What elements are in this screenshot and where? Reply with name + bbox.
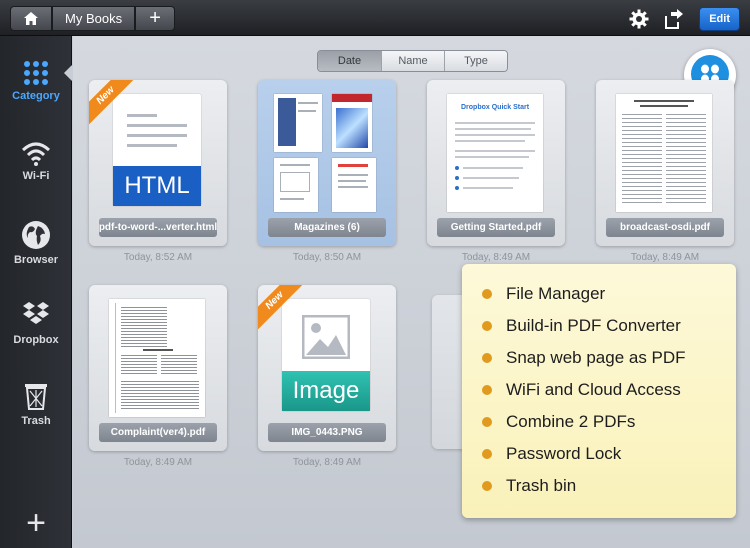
sidebar-item-dropbox[interactable]: Dropbox (0, 300, 72, 346)
image-file-icon: Image (278, 295, 374, 419)
file-timestamp: Today, 8:50 AM (292, 252, 362, 263)
sort-date-tab[interactable]: Date (318, 51, 381, 71)
folder-tile-magazines[interactable]: Magazines (6) (258, 80, 396, 246)
picture-icon (302, 315, 350, 359)
trash-icon (25, 384, 47, 410)
bullet-icon (482, 385, 492, 395)
sidebar-item-category[interactable]: Category (0, 60, 72, 102)
file-name: Getting Started.pdf (437, 218, 555, 237)
edit-button[interactable]: Edit (699, 7, 740, 31)
file-timestamp: Today, 8:49 AM (461, 252, 531, 263)
sidebar: Category Wi-Fi Browser Dropbox Trash + (0, 36, 73, 548)
file-type-label: Image (282, 371, 370, 411)
pdf-preview: Dropbox Quick Start (447, 90, 543, 214)
feature-item: Password Lock (482, 438, 736, 470)
breadcrumb-my-books[interactable]: My Books (52, 6, 136, 31)
feature-item: File Manager (482, 278, 736, 310)
bullet-icon (482, 449, 492, 459)
dropbox-icon (23, 302, 49, 324)
feature-item: Snap web page as PDF (482, 342, 736, 374)
sort-name-tab[interactable]: Name (381, 51, 444, 71)
file-name: pdf-to-word-...verter.html (99, 218, 217, 237)
folder-name: Magazines (6) (268, 218, 386, 237)
sidebar-item-label: Dropbox (13, 334, 59, 346)
feature-label: Trash bin (506, 476, 577, 495)
globe-icon (22, 221, 50, 249)
file-name: Complaint(ver4).pdf (99, 423, 217, 442)
add-folder-button[interactable]: + (135, 6, 176, 31)
feature-label: Password Lock (506, 444, 622, 463)
feature-label: Snap web page as PDF (506, 348, 686, 367)
feature-label: Combine 2 PDFs (506, 412, 636, 431)
bullet-icon (482, 289, 492, 299)
feature-list-popover: File Manager Build-in PDF Converter Snap… (462, 264, 736, 518)
sidebar-add-button[interactable]: + (0, 506, 72, 540)
feature-item: WiFi and Cloud Access (482, 374, 736, 406)
file-type-label: HTML (113, 166, 201, 206)
file-tile-image[interactable]: Image New IMG_0443.PNG (258, 285, 396, 451)
file-name: IMG_0443.PNG (268, 423, 386, 442)
active-pointer (64, 64, 73, 82)
sort-segmented-control: Date Name Type (317, 50, 508, 72)
bullet-icon (482, 481, 492, 491)
sidebar-item-label: Browser (13, 254, 59, 266)
sidebar-item-wifi[interactable]: Wi-Fi (0, 140, 72, 182)
export-icon[interactable] (663, 8, 685, 30)
top-toolbar: My Books + Edit (0, 0, 750, 36)
file-tile-broadcast-osdi[interactable]: broadcast-osdi.pdf (596, 80, 734, 246)
file-tile-getting-started[interactable]: Dropbox Quick Start Getting Started.pdf (427, 80, 565, 246)
file-tile-complaint[interactable]: Complaint(ver4).pdf (89, 285, 227, 451)
sidebar-item-label: Trash (21, 415, 51, 427)
feature-label: WiFi and Cloud Access (506, 380, 681, 399)
feature-item: Trash bin (482, 470, 736, 502)
sidebar-item-browser[interactable]: Browser (0, 220, 72, 266)
sort-type-tab[interactable]: Type (444, 51, 507, 71)
pdf-preview (616, 90, 712, 214)
file-timestamp: Today, 8:52 AM (123, 252, 193, 263)
file-tile-html[interactable]: HTML New pdf-to-word-...verter.html (89, 80, 227, 246)
feature-item: Combine 2 PDFs (482, 406, 736, 438)
pdf-preview (109, 295, 205, 419)
file-name: broadcast-osdi.pdf (606, 218, 724, 237)
feature-label: Build-in PDF Converter (506, 316, 681, 335)
sidebar-item-label: Wi-Fi (22, 170, 50, 182)
html-file-icon: HTML (109, 90, 205, 214)
file-timestamp: Today, 8:49 AM (123, 457, 193, 468)
breadcrumb: My Books + (10, 6, 176, 31)
feature-item: Build-in PDF Converter (482, 310, 736, 342)
wifi-icon (21, 142, 51, 166)
sidebar-item-trash[interactable]: Trash (0, 381, 72, 427)
grid-icon (24, 61, 48, 85)
feature-label: File Manager (506, 284, 606, 303)
home-button[interactable] (10, 6, 52, 31)
pdf-preview-title: Dropbox Quick Start (461, 104, 530, 111)
file-timestamp: Today, 8:49 AM (630, 252, 700, 263)
bullet-icon (482, 417, 492, 427)
bullet-icon (482, 321, 492, 331)
bullet-icon (482, 353, 492, 363)
file-timestamp: Today, 8:49 AM (292, 457, 362, 468)
folder-preview (274, 90, 376, 214)
gear-icon[interactable] (629, 9, 649, 29)
home-icon (24, 12, 38, 25)
file-grid-area: Date Name Type HTML New pdf-to-word-...v… (73, 36, 750, 548)
sidebar-item-label: Category (12, 90, 60, 102)
